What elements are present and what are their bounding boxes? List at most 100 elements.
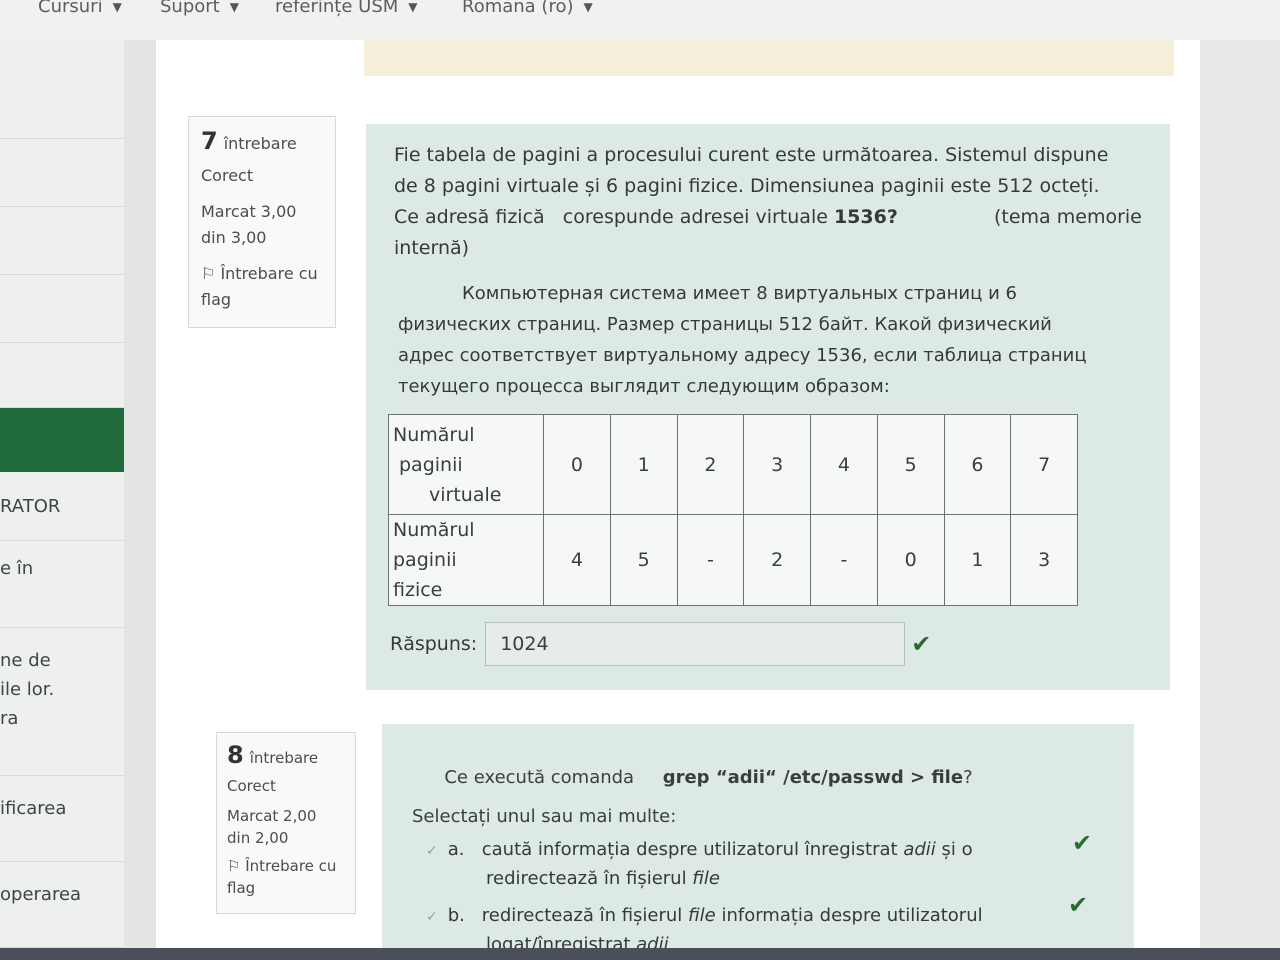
chevron-down-icon: ▼ — [112, 0, 122, 14]
question-panel-8: Ce execută comanda grep “adii“ /etc/pass… — [382, 724, 1134, 960]
checkbox-icon[interactable]: ✓ — [426, 909, 438, 925]
header-line: virtuale — [429, 483, 502, 506]
option-text: caută informația despre utilizatorul înr… — [481, 839, 904, 860]
table-cell: 0 — [543, 414, 611, 515]
chevron-down-icon: ▼ — [229, 0, 239, 14]
answer-input[interactable] — [485, 622, 906, 666]
sidebar-item[interactable]: e în — [0, 538, 124, 628]
nav-suport[interactable]: Suport ▼ — [160, 0, 239, 17]
table-row: Numărul paginii virtuale 0 1 2 3 4 5 6 7 — [388, 414, 1078, 515]
option-text: informația despre utilizatorul — [715, 905, 983, 926]
page-table: Numărul paginii virtuale 0 1 2 3 4 5 6 7… — [388, 414, 1078, 606]
option-text-italic: file — [692, 868, 720, 889]
question-mark-max: din 2,00 — [227, 829, 289, 847]
flag-label-cont: flag — [227, 879, 256, 897]
option-a[interactable]: ✓ a. caută informația despre utilizatorul … — [426, 830, 1106, 892]
table-cell: - — [810, 514, 878, 606]
chevron-down-icon: ▼ — [408, 0, 418, 14]
option-letter: b. — [447, 905, 465, 926]
table-cell: 3 — [743, 414, 811, 515]
sidebar-item-label: ificarea — [0, 798, 67, 819]
table-cell: 6 — [943, 414, 1012, 515]
header-line: Numărul paginii — [393, 519, 475, 571]
nav-cursuri[interactable]: Cursuri ▼ — [38, 0, 122, 17]
question-number-value: 7 — [201, 127, 218, 155]
header-line: paginii — [399, 453, 463, 476]
question-state: Corect — [201, 166, 254, 185]
table-cell: 2 — [676, 414, 745, 515]
nav-language[interactable]: Romana (ro) ▼ — [462, 0, 593, 17]
row-header-physical: Numărul paginii fizice — [388, 514, 544, 606]
option-text-italic: file — [688, 905, 716, 926]
question-info-8: 8 întrebare Corect Marcat 2,00 din 2,00 … — [216, 732, 356, 914]
select-instruction: Selectați unul sau mai multe: — [412, 806, 677, 827]
question-prompt: Ce execută comanda grep “adii“ /etc/pass… — [410, 746, 973, 809]
virtual-address: 1536? — [833, 206, 898, 228]
table-cell: 1 — [609, 414, 678, 515]
question-number: 8 întrebare — [227, 741, 355, 769]
table-row: Numărul paginii fizice 4 5 - 2 - 0 1 3 — [388, 514, 1078, 606]
check-icon: ✔ — [1072, 829, 1093, 857]
question-mark: Marcat 2,00 — [227, 807, 317, 825]
header-line: fizice — [393, 579, 443, 601]
sidebar-item-label: operarea — [0, 884, 82, 905]
sidebar-gutter — [124, 40, 156, 960]
command-text: grep “adii“ /etc/passwd > file — [662, 767, 964, 788]
question-line: текущего процесса выглядит следующим обр… — [398, 376, 890, 397]
sidebar-item-label: ne de ile lor. ra — [0, 650, 55, 729]
checkbox-icon[interactable]: ✓ — [426, 843, 438, 859]
sidebar-item[interactable] — [0, 72, 124, 139]
sidebar-item[interactable] — [0, 139, 124, 207]
question-text-ro: Fie tabela de pagini a procesului curent… — [394, 140, 1154, 264]
nav-label: Cursuri — [38, 0, 103, 17]
nav-referinte-usm[interactable]: referințe USM ▼ — [275, 0, 418, 17]
question-line: de 8 pagini virtuale și 6 pagini fizice.… — [394, 175, 1100, 197]
table-cell: 7 — [1010, 414, 1078, 515]
question-text-ru: Компьютерная система имеет 8 виртуальных… — [398, 278, 1158, 402]
question-line: физических страниц. Размер страницы 512 … — [398, 314, 1052, 335]
sidebar-item[interactable] — [0, 275, 124, 343]
question-line: Компьютерная система имеет 8 виртуальных… — [462, 283, 1017, 304]
row-header-virtual: Numărul paginii virtuale — [388, 414, 544, 515]
question-panel-7: Fie tabela de pagini a procesului curent… — [366, 124, 1170, 690]
chevron-down-icon: ▼ — [583, 0, 593, 14]
sidebar-item[interactable] — [0, 343, 124, 408]
table-cell: 1 — [943, 514, 1012, 606]
table-cell: 3 — [1010, 514, 1078, 606]
question-topic: (tema memorie — [994, 206, 1142, 228]
notice-bar — [364, 40, 1174, 76]
question-line: Fie tabela de pagini a procesului curent… — [394, 144, 1109, 166]
flag-label: Întrebare cu — [245, 857, 337, 875]
answer-row: Răspuns: ✔ — [390, 622, 931, 666]
question-info-7: 7 întrebare Corect Marcat 3,00 din 3,00 … — [188, 116, 336, 328]
check-icon: ✔ — [911, 630, 932, 658]
answer-label: Răspuns: — [390, 633, 478, 655]
sidebar-item-label: e în — [0, 558, 34, 579]
question-mark: Marcat 3,00 — [201, 202, 297, 221]
sidebar: RATOR e în ne de ile lor. ra ificarea op… — [0, 40, 124, 960]
question-number-value: 8 — [227, 741, 244, 769]
sidebar-item-active[interactable] — [0, 408, 124, 472]
sidebar-item[interactable]: ne de ile lor. ra — [0, 630, 124, 776]
table-cell: - — [676, 514, 745, 606]
option-text: redirectează în fișierul — [486, 868, 693, 889]
sidebar-item-administrator[interactable]: RATOR — [0, 488, 124, 541]
sidebar-item[interactable]: operarea — [0, 864, 124, 948]
sidebar-item[interactable]: ificarea — [0, 778, 124, 862]
question-text: Ce execută comanda — [444, 767, 635, 788]
flag-icon: ⚐ — [201, 264, 216, 283]
question-line: internă) — [394, 237, 470, 259]
table-cell: 5 — [609, 514, 678, 606]
sidebar-item-label: RATOR — [0, 496, 61, 517]
table-cell: 4 — [543, 514, 611, 606]
nav-label: Suport — [160, 0, 220, 17]
question-mark-char: ? — [963, 767, 973, 788]
flag-label: Întrebare cu — [220, 264, 318, 283]
header-line: Numărul — [393, 423, 475, 446]
flag-question-link[interactable]: ⚐ Întrebare cu — [201, 261, 335, 287]
flag-question-link[interactable]: ⚐ Întrebare cu — [227, 855, 355, 877]
question-line: адрес соответствует виртуальному адресу … — [398, 345, 1087, 366]
top-navigation: Cursuri ▼ Suport ▼ referințe USM ▼ Roman… — [0, 0, 1280, 41]
question-word: întrebare — [249, 749, 319, 767]
sidebar-item[interactable] — [0, 207, 124, 275]
